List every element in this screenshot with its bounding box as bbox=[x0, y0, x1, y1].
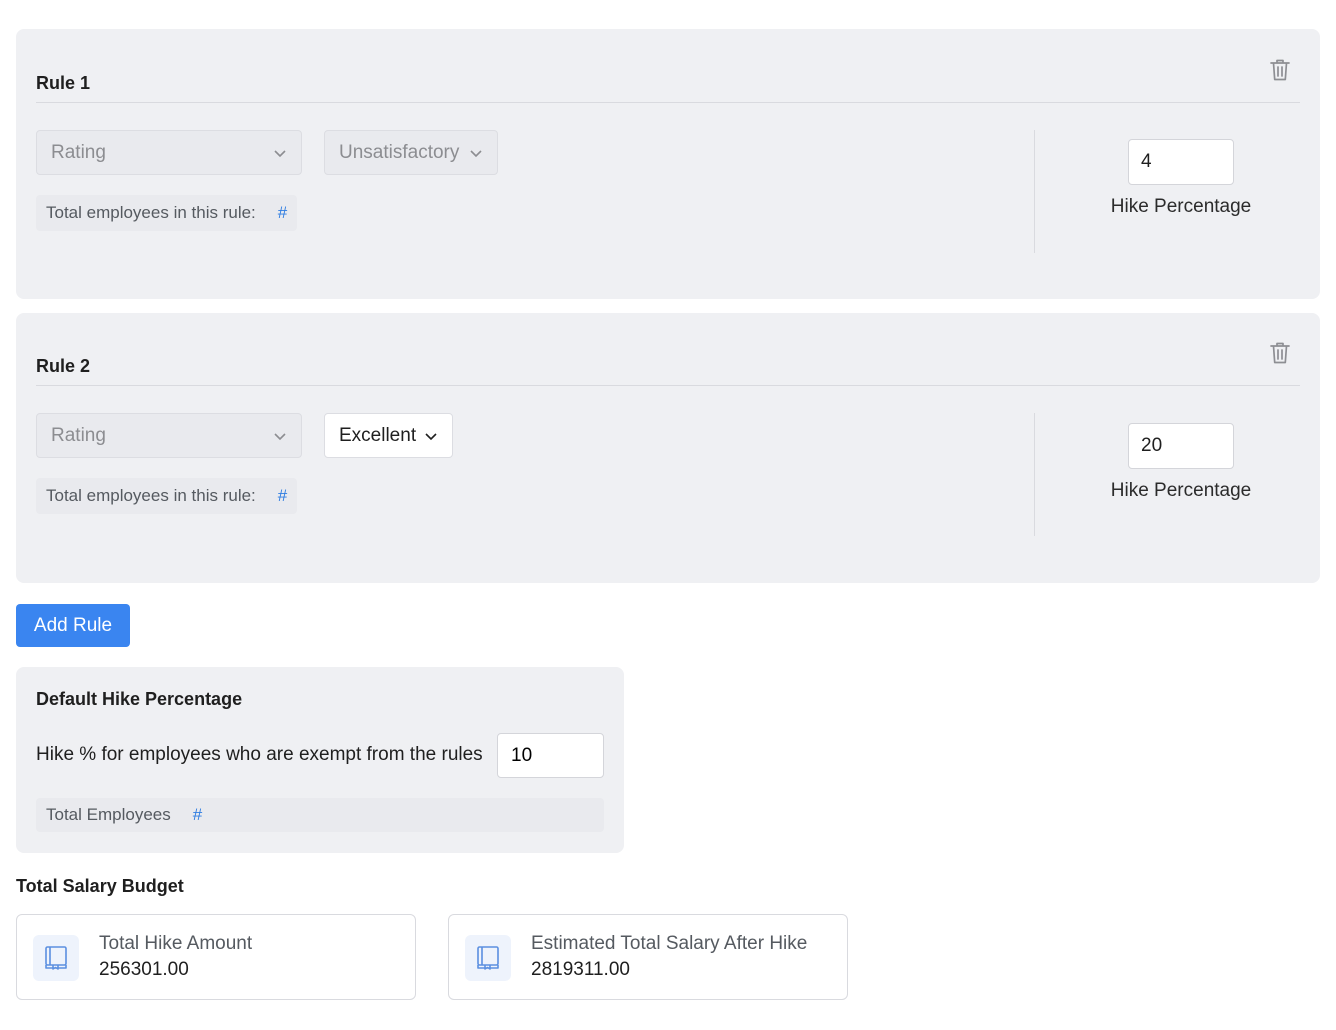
rule-card-2: Rule 2 Rating Excellent Total employees … bbox=[16, 313, 1320, 583]
criteria-select[interactable]: Rating bbox=[36, 130, 302, 175]
total-employees-value[interactable]: # bbox=[193, 805, 202, 825]
count-value[interactable]: # bbox=[278, 486, 287, 506]
default-hike-title: Default Hike Percentage bbox=[36, 689, 243, 709]
hike-percentage-label: Hike Percentage bbox=[1110, 196, 1252, 217]
ledger-icon bbox=[33, 935, 79, 981]
budget-card-value: 256301.00 bbox=[99, 959, 189, 980]
rule-divider bbox=[36, 385, 1300, 386]
rating-value-select[interactable]: Excellent bbox=[324, 413, 453, 458]
hike-percentage-input[interactable] bbox=[1128, 139, 1234, 185]
default-hike-card: Default Hike Percentage Hike % for emplo… bbox=[16, 667, 624, 853]
rating-value-select[interactable]: Unsatisfactory bbox=[324, 130, 498, 175]
rule-employee-count: Total employees in this rule: # bbox=[36, 195, 298, 231]
trash-icon[interactable] bbox=[1268, 57, 1292, 83]
count-value[interactable]: # bbox=[278, 203, 287, 223]
vertical-divider bbox=[1034, 130, 1035, 253]
rating-value-label: Excellent bbox=[339, 424, 417, 446]
estimated-salary-card: Estimated Total Salary After Hike 281931… bbox=[448, 914, 848, 1000]
add-rule-button[interactable]: Add Rule bbox=[16, 604, 130, 647]
criteria-select[interactable]: Rating bbox=[36, 413, 302, 458]
rule-card-1: Rule 1 Rating Unsatisfactory Total emplo… bbox=[16, 29, 1320, 299]
total-hike-amount-card: Total Hike Amount 256301.00 bbox=[16, 914, 416, 1000]
chevron-down-icon bbox=[274, 149, 286, 157]
rule-title: Rule 2 bbox=[36, 356, 91, 376]
rule-divider bbox=[36, 102, 1300, 103]
rule-title: Rule 1 bbox=[36, 73, 91, 93]
criteria-select-label: Rating bbox=[51, 141, 106, 163]
total-employees-label: Total Employees bbox=[46, 805, 171, 824]
rating-value-label: Unsatisfactory bbox=[339, 141, 460, 163]
count-label: Total employees in this rule: bbox=[46, 203, 256, 222]
criteria-select-label: Rating bbox=[51, 424, 106, 446]
budget-card-value: 2819311.00 bbox=[531, 959, 630, 980]
budget-title: Total Salary Budget bbox=[16, 876, 184, 896]
chevron-down-icon bbox=[274, 432, 286, 440]
exempt-hike-input[interactable] bbox=[497, 733, 604, 778]
hike-percentage-label: Hike Percentage bbox=[1110, 480, 1252, 501]
hike-percentage-input[interactable] bbox=[1128, 423, 1234, 469]
trash-icon[interactable] bbox=[1268, 340, 1292, 366]
budget-card-label: Total Hike Amount bbox=[99, 933, 253, 954]
total-employees-row: Total Employees # bbox=[36, 798, 604, 832]
ledger-icon bbox=[465, 935, 511, 981]
budget-card-label: Estimated Total Salary After Hike bbox=[531, 933, 808, 954]
rule-employee-count: Total employees in this rule: # bbox=[36, 478, 298, 514]
chevron-down-icon bbox=[425, 432, 437, 440]
vertical-divider bbox=[1034, 413, 1035, 536]
count-label: Total employees in this rule: bbox=[46, 486, 256, 505]
exempt-hike-label: Hike % for employees who are exempt from… bbox=[36, 744, 483, 765]
chevron-down-icon bbox=[470, 149, 482, 157]
